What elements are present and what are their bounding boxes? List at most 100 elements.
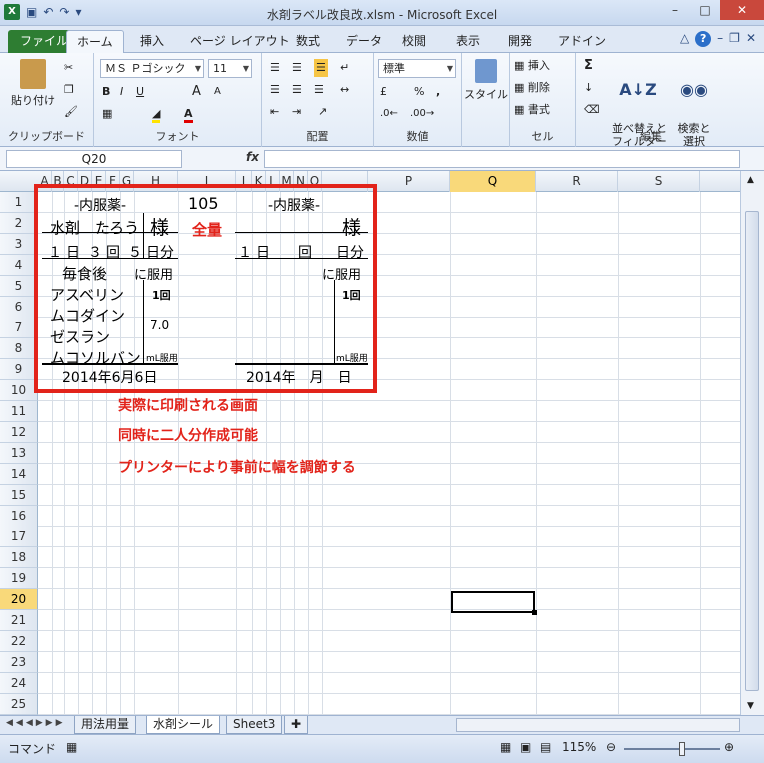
underline-button[interactable]: U	[136, 83, 144, 101]
copy-icon[interactable]: ❐	[64, 81, 74, 99]
tab-formulas[interactable]: 数式	[286, 30, 330, 53]
help-icon[interactable]: ?	[695, 31, 712, 47]
active-cell-Q20[interactable]	[451, 591, 537, 615]
clear-icon[interactable]: ⌫	[584, 101, 600, 119]
tab-view[interactable]: 表示	[446, 30, 490, 53]
tab-data[interactable]: データ	[336, 30, 392, 53]
row-header-20[interactable]: 20	[0, 589, 38, 610]
row-header-4[interactable]: 4	[0, 255, 38, 276]
row-header-1[interactable]: 1	[0, 192, 38, 213]
fx-icon[interactable]: fx	[246, 150, 259, 164]
percent-button[interactable]: %	[414, 83, 424, 101]
merge-center-icon[interactable]: ↔	[340, 81, 349, 99]
wrap-text-icon[interactable]: ↵	[340, 59, 349, 77]
zoom-out-icon[interactable]: ⊖	[606, 740, 616, 754]
scrollbar-thumb[interactable]	[745, 211, 759, 691]
row-header-18[interactable]: 18	[0, 547, 38, 568]
autosum-button[interactable]: Σ	[584, 57, 593, 75]
insert-sheet-icon[interactable]: ✚	[284, 716, 309, 734]
tab-addins[interactable]: アドイン	[548, 30, 616, 53]
row-header-11[interactable]: 11	[0, 401, 38, 422]
column-header-S[interactable]: S	[618, 171, 700, 192]
align-left-icon[interactable]: ☰	[270, 81, 280, 99]
tab-review[interactable]: 校閲	[392, 30, 436, 53]
doc-close-icon[interactable]: ✕	[746, 31, 756, 47]
fill-icon[interactable]: ↓	[584, 79, 593, 97]
paste-button[interactable]: 貼り付け	[10, 59, 56, 108]
increase-indent-icon[interactable]: ⇥	[292, 103, 301, 121]
row-header-9[interactable]: 9	[0, 359, 38, 380]
orientation-icon[interactable]: ↗	[318, 103, 327, 121]
scroll-down-icon[interactable]: ▼	[747, 701, 754, 711]
increase-decimal-icon[interactable]: .0←	[380, 105, 398, 123]
row-header-3[interactable]: 3	[0, 234, 38, 255]
row-header-21[interactable]: 21	[0, 610, 38, 631]
align-top-icon[interactable]: ☰	[270, 59, 280, 77]
currency-icon[interactable]: £	[380, 83, 387, 101]
row-header-16[interactable]: 16	[0, 506, 38, 527]
sheet-nav-icons[interactable]: ◀◀◀▶▶▶	[6, 718, 66, 728]
align-right-icon[interactable]: ☰	[314, 81, 324, 99]
font-color-icon[interactable]: A	[184, 105, 193, 123]
decrease-decimal-icon[interactable]: .00→	[410, 105, 434, 123]
insert-cells-button[interactable]: ▦ 挿入	[514, 57, 550, 75]
page-break-view-icon[interactable]: ▤	[540, 740, 551, 754]
decrease-indent-icon[interactable]: ⇤	[270, 103, 279, 121]
format-cells-button[interactable]: ▦ 書式	[514, 101, 550, 119]
grow-font-button[interactable]: A	[192, 83, 201, 101]
number-format-combo[interactable]: 標準 ▼	[378, 59, 456, 78]
delete-cells-button[interactable]: ▦ 削除	[514, 79, 550, 97]
scroll-up-icon[interactable]: ▲	[747, 175, 754, 185]
minimize-button[interactable]: –	[660, 0, 690, 20]
vertical-scrollbar[interactable]: ▲ ▼	[740, 171, 764, 715]
row-header-24[interactable]: 24	[0, 673, 38, 694]
formula-input[interactable]	[264, 150, 740, 168]
worksheet-grid[interactable]: ABCDEFGHIJKLMNOPQRS 1 2 3 4 5 6 7 8 9 10 11 12 13 14 1…	[0, 171, 764, 715]
row-header-14[interactable]: 14	[0, 464, 38, 485]
font-size-combo[interactable]: 11 ▼	[208, 59, 252, 78]
row-header-25[interactable]: 25	[0, 694, 38, 715]
column-header-P[interactable]: P	[368, 171, 450, 192]
align-center-icon[interactable]: ☰	[292, 81, 302, 99]
row-header-7[interactable]: 7	[0, 317, 38, 338]
maximize-button[interactable]: □	[690, 0, 720, 20]
row-header-15[interactable]: 15	[0, 485, 38, 506]
row-header-2[interactable]: 2	[0, 213, 38, 234]
shrink-font-button[interactable]: A	[214, 83, 221, 101]
bold-button[interactable]: B	[102, 83, 110, 101]
tab-developer[interactable]: 開発	[498, 30, 542, 53]
sheet-tab-3[interactable]: Sheet3	[226, 716, 283, 734]
minimize-ribbon-icon[interactable]: △	[680, 31, 689, 47]
row-header-5[interactable]: 5	[0, 276, 38, 297]
comma-button[interactable]: ,	[436, 83, 440, 101]
fill-color-icon[interactable]: ◢	[152, 105, 161, 123]
horizontal-scrollbar[interactable]	[456, 718, 740, 732]
row-header-13[interactable]: 13	[0, 443, 38, 464]
close-button[interactable]: ✕	[720, 0, 764, 20]
format-painter-icon[interactable]: 🖌	[64, 103, 78, 121]
row-header-10[interactable]: 10	[0, 380, 38, 401]
row-header-8[interactable]: 8	[0, 338, 38, 359]
zoom-level[interactable]: 115%	[562, 740, 596, 754]
zoom-slider-thumb[interactable]	[678, 742, 685, 756]
zoom-in-icon[interactable]: ⊕	[724, 740, 734, 754]
tab-page-layout[interactable]: ページ レイアウト	[180, 30, 300, 53]
styles-button[interactable]: スタイル	[464, 59, 508, 102]
row-header-22[interactable]: 22	[0, 631, 38, 652]
sheet-tab-2[interactable]: 水剤シール	[146, 716, 221, 734]
doc-restore-icon[interactable]: ❐	[729, 31, 740, 47]
row-header-6[interactable]: 6	[0, 297, 38, 318]
row-header-12[interactable]: 12	[0, 422, 38, 443]
row-header-17[interactable]: 17	[0, 526, 38, 547]
zoom-slider[interactable]	[624, 742, 720, 756]
align-bottom-icon[interactable]: ☰	[314, 59, 328, 77]
macro-record-icon[interactable]: ▦	[66, 740, 77, 754]
row-header-19[interactable]: 19	[0, 568, 38, 589]
cut-icon[interactable]: ✂	[64, 59, 73, 77]
tab-home[interactable]: ホーム	[66, 30, 124, 53]
italic-button[interactable]: I	[120, 83, 123, 101]
row-header-23[interactable]: 23	[0, 652, 38, 673]
align-middle-icon[interactable]: ☰	[292, 59, 302, 77]
tab-insert[interactable]: 挿入	[130, 30, 174, 53]
page-layout-view-icon[interactable]: ▣	[520, 740, 531, 754]
